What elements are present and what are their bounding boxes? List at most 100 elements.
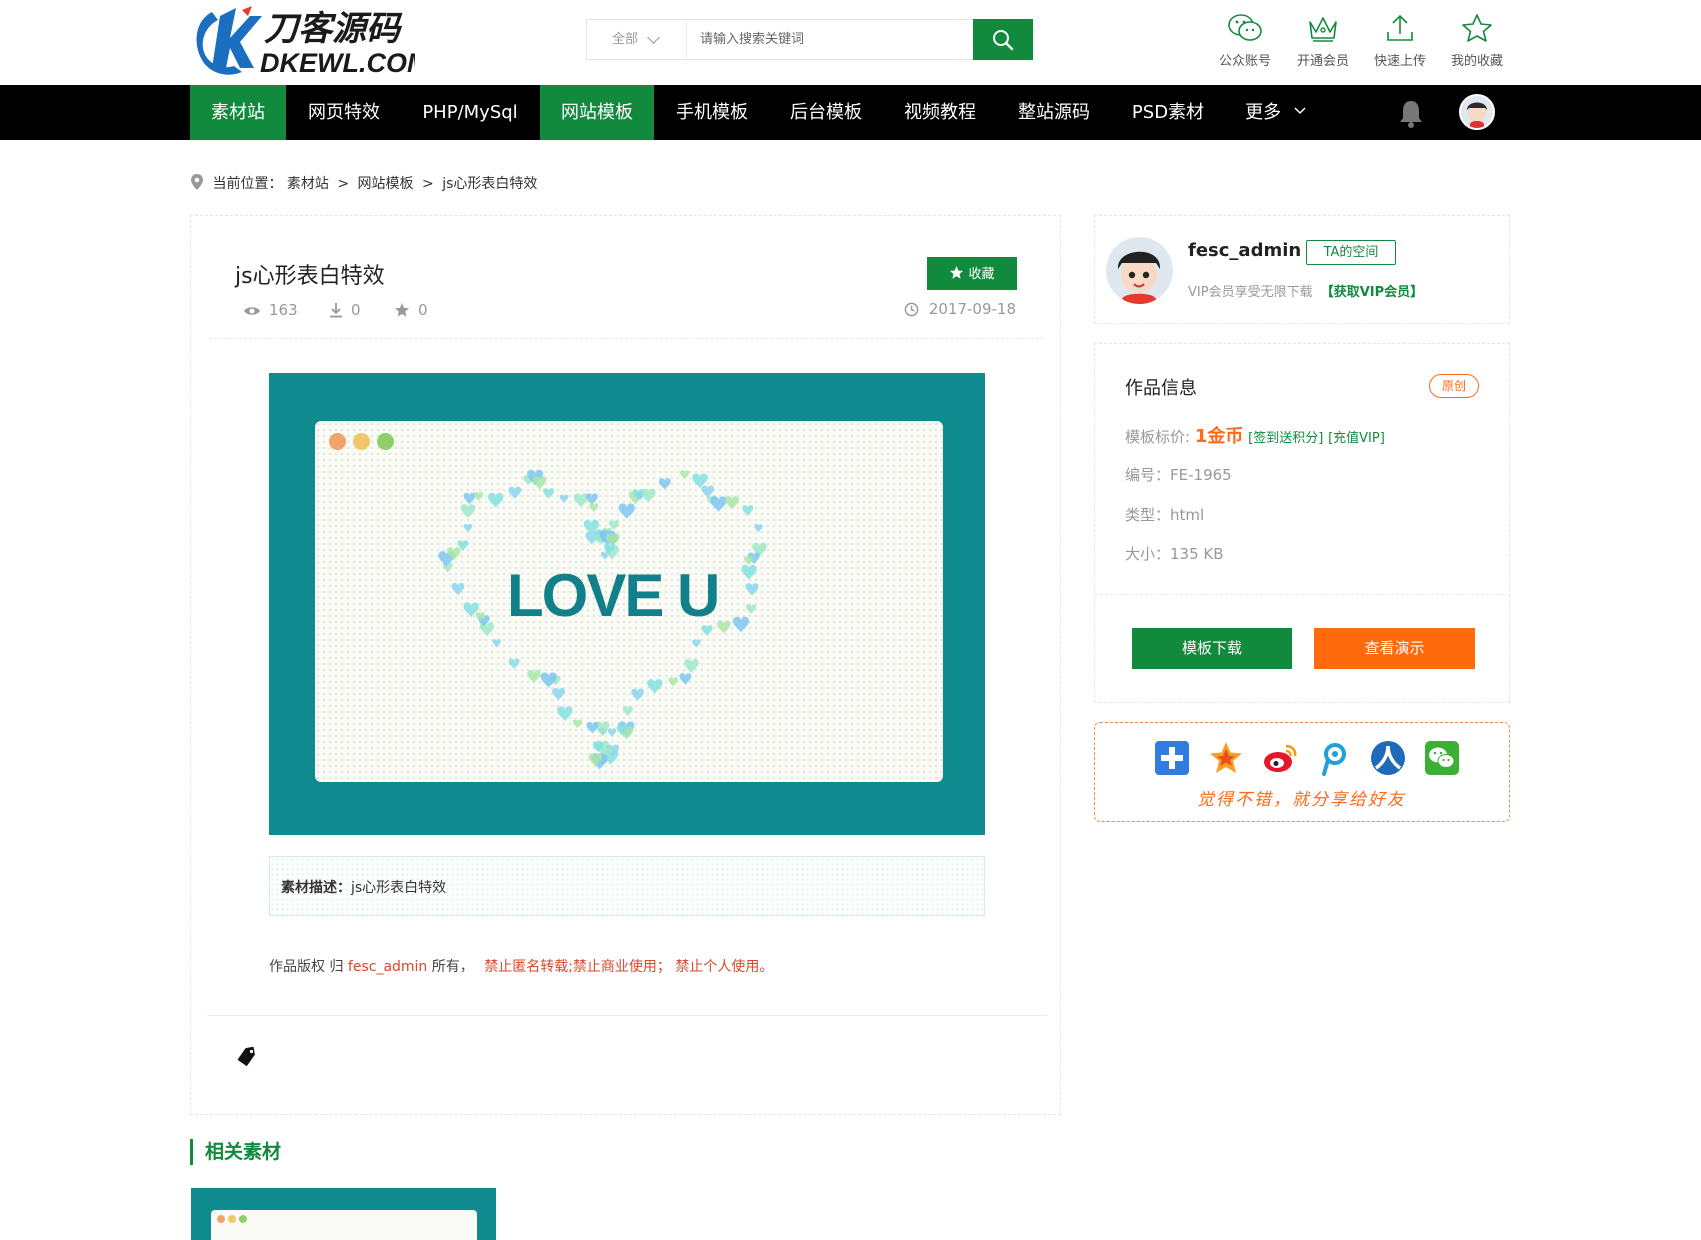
search-bar: 全部	[586, 19, 1033, 60]
nav-item-website-templates[interactable]: 网站模板	[540, 85, 654, 140]
user-avatar[interactable]	[1459, 94, 1495, 130]
favorite-button[interactable]: 收藏	[927, 257, 1017, 290]
related-section-title: 相关素材	[190, 1139, 281, 1165]
nav-item-php-mysql[interactable]: PHP/MySql	[410, 85, 530, 140]
copyright-prefix: 作品版权 归	[269, 959, 344, 975]
heart-shape	[745, 583, 759, 597]
eye-icon	[244, 307, 260, 315]
nav-item-material-station[interactable]: 素材站	[190, 85, 286, 140]
header-link-wechat-account[interactable]: 公众账号	[1212, 12, 1278, 74]
copyright-rules: 禁止匿名转载;禁止商业使用； 禁止个人使用。	[484, 959, 774, 975]
heart-shape	[586, 722, 599, 734]
nav-label: 后台模板	[790, 102, 862, 123]
notification-bell[interactable]	[1398, 98, 1424, 132]
heart-shape	[473, 491, 484, 502]
logo-title: 刀客源码	[264, 9, 403, 49]
qzone-star-icon[interactable]	[1208, 740, 1244, 776]
heart-shape	[647, 679, 663, 695]
author-card: fesc_admin TA的空间 VIP会员享受无限下载 【获取VIP会员】	[1094, 215, 1510, 324]
heart-shape	[717, 620, 731, 635]
search-input[interactable]	[688, 20, 974, 59]
heart-shape	[746, 604, 757, 615]
chevron-down-icon	[1294, 107, 1306, 115]
nav-item-video-tutorials[interactable]: 视频教程	[894, 85, 986, 140]
download-button[interactable]: 模板下载	[1132, 628, 1292, 669]
header-link-label: 公众账号	[1218, 54, 1271, 69]
search-category-select[interactable]: 全部	[587, 20, 687, 59]
description-label: 素材描述：	[281, 880, 351, 896]
header-link-vip[interactable]: 开通会员	[1290, 12, 1356, 74]
header-link-upload[interactable]: 快速上传	[1367, 12, 1433, 74]
divider	[209, 338, 1044, 339]
heart-shape	[692, 639, 701, 648]
renren-icon[interactable]	[1370, 740, 1406, 776]
heart-shape	[463, 492, 476, 505]
nav-item-mobile-templates[interactable]: 手机模板	[666, 85, 758, 140]
publish-date-value: 2017-09-18	[928, 300, 1016, 318]
author-name[interactable]: fesc_admin	[1188, 240, 1301, 261]
nav-item-admin-templates[interactable]: 后台模板	[780, 85, 872, 140]
breadcrumb-link-home[interactable]: 素材站	[287, 176, 329, 192]
heart-shape	[508, 486, 522, 500]
heart-shape	[572, 719, 583, 729]
vip-promo: VIP会员享受无限下载 【获取VIP会员】	[1188, 281, 1423, 300]
nav-label: 素材站	[211, 102, 265, 123]
bell-icon	[1400, 101, 1422, 128]
search-button[interactable]	[973, 19, 1033, 60]
search-icon	[993, 29, 1014, 50]
clock-icon	[904, 302, 919, 317]
view-demo-button[interactable]: 查看演示	[1314, 628, 1475, 669]
weibo-icon[interactable]	[1262, 740, 1298, 776]
copyright-owner-link[interactable]: fesc_admin	[348, 959, 427, 975]
related-preview-window	[211, 1210, 477, 1240]
heart-shape	[460, 504, 476, 519]
heart-shape	[559, 494, 569, 504]
heart-shape	[631, 688, 644, 702]
share-prompt: 觉得不错，就分享给好友	[1197, 790, 1406, 810]
wechat-bubble-icon	[1228, 14, 1262, 41]
nav-label: 视频教程	[904, 102, 976, 123]
header-link-label: 开通会员	[1296, 54, 1349, 69]
breadcrumb: 当前位置： 素材站 > 网站模板 > js心形表白特效	[190, 173, 537, 193]
size-label: 大小：	[1125, 545, 1171, 563]
author-space-button[interactable]: TA的空间	[1306, 240, 1396, 265]
heart-shape	[741, 564, 757, 581]
recharge-vip-link[interactable]: [充值VIP]	[1328, 431, 1385, 446]
nav-label: PSD素材	[1131, 102, 1205, 123]
share-card: 觉得不错，就分享给好友	[1094, 722, 1510, 822]
preview-image[interactable]: LOVE U	[269, 373, 985, 835]
tencent-weibo-icon[interactable]	[1316, 740, 1352, 776]
signin-points-link[interactable]: [签到送积分]	[1248, 431, 1323, 446]
location-pin-icon	[191, 174, 203, 190]
related-item-thumbnail[interactable]	[191, 1188, 496, 1240]
heart-shape	[732, 616, 750, 633]
author-avatar[interactable]	[1106, 237, 1173, 304]
share-plus-icon[interactable]	[1154, 740, 1190, 776]
site-header: 刀客源码 DKEWL.COM 全部 公众账号	[0, 0, 1701, 85]
heart-shape	[710, 496, 727, 513]
nav-label: 手机模板	[676, 102, 748, 123]
nav-item-more[interactable]: 更多	[1236, 85, 1316, 140]
price-row: 模板标价: 1金币 [签到送积分] [充值VIP]	[1125, 422, 1385, 448]
nav-item-web-effects[interactable]: 网页特效	[298, 85, 390, 140]
nav-label: 网站模板	[561, 102, 633, 123]
get-vip-link[interactable]: 【获取VIP会员】	[1321, 285, 1423, 300]
description: 素材描述：js心形表白特效	[281, 877, 446, 897]
heart-shape	[668, 677, 678, 687]
heart-shape	[684, 659, 699, 674]
header-link-favorites[interactable]: 我的收藏	[1444, 12, 1510, 74]
heart-shape	[552, 688, 565, 701]
upload-icon	[1387, 14, 1413, 41]
heart-shape	[508, 658, 520, 670]
breadcrumb-link-category[interactable]: 网站模板	[358, 176, 414, 192]
download-count: 0	[329, 300, 361, 320]
wechat-icon[interactable]	[1424, 740, 1460, 776]
nav-label: 网页特效	[308, 102, 380, 123]
site-logo[interactable]: 刀客源码 DKEWL.COM	[190, 2, 430, 78]
code-row: 编号：FE-1965	[1125, 464, 1232, 485]
divider	[207, 1015, 1047, 1016]
divider	[1095, 594, 1509, 595]
nav-item-full-site-source[interactable]: 整站源码	[1008, 85, 1100, 140]
heart-shape	[488, 492, 504, 509]
nav-item-psd-material[interactable]: PSD素材	[1122, 85, 1214, 140]
